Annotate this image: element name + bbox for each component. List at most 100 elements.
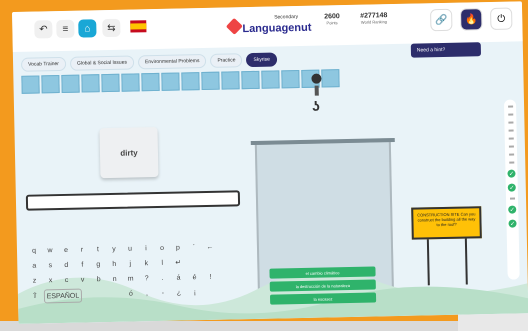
- progress-dash: [507, 113, 513, 116]
- progress-dash: [507, 105, 513, 108]
- key[interactable]: r: [75, 243, 89, 255]
- tab-skyrise[interactable]: Skyrise: [246, 52, 278, 68]
- letter-tile: [181, 72, 200, 91]
- tab-practice[interactable]: Practice: [210, 53, 243, 68]
- key[interactable]: ?: [139, 272, 153, 284]
- keyboard-extra-keys: ó, - ¿ ¡: [124, 286, 202, 302]
- key[interactable]: u: [123, 242, 137, 254]
- key[interactable]: q: [27, 244, 41, 256]
- key[interactable]: z: [28, 274, 42, 286]
- language-switch-icon[interactable]: ⇆: [102, 18, 121, 38]
- key[interactable]: h: [107, 258, 121, 270]
- letter-tile: [261, 70, 280, 89]
- letter-tile: [141, 72, 160, 92]
- keyboard: q w e r t y u i o p ´ ← a s d f g h j k l ↵ z x c v b n m?. á é! ⇧ E…: [27, 240, 248, 307]
- key[interactable]: j: [123, 257, 137, 269]
- space-key[interactable]: ESPAÑOL: [43, 288, 83, 304]
- key[interactable]: ó: [124, 287, 138, 299]
- key[interactable]: o: [155, 242, 169, 254]
- link-icon[interactable]: 🔗: [430, 8, 453, 32]
- progress-dash: [508, 129, 514, 132]
- letter-tile: [81, 74, 100, 93]
- sign-text: CONSTRUCTION SITE Can you construct the …: [417, 211, 476, 228]
- menu-icon[interactable]: ≡: [56, 19, 75, 39]
- letter-tile: [21, 75, 40, 94]
- spanish-flag-icon[interactable]: [130, 20, 147, 33]
- progress-dash: [508, 145, 514, 148]
- key[interactable]: .: [155, 272, 169, 284]
- letter-tile: [221, 71, 240, 90]
- letter-tile: [201, 71, 220, 91]
- key[interactable]: d: [59, 259, 73, 271]
- tab-vocab-trainer[interactable]: Vocab Trainer: [20, 56, 67, 72]
- letter-tile: [41, 75, 60, 94]
- key[interactable]: b: [91, 273, 105, 285]
- progress-rail: ✓ ✓ ✓ ✓: [503, 99, 520, 280]
- answer-input[interactable]: [25, 190, 241, 211]
- points-stat: 2600 Points: [324, 13, 340, 25]
- logo-name: Languagenut: [242, 21, 312, 36]
- rank-label: World Ranking: [360, 19, 388, 25]
- key[interactable]: á: [171, 271, 185, 283]
- key[interactable]: e: [59, 244, 73, 256]
- power-icon[interactable]: ⏻: [490, 7, 513, 30]
- progress-dash: [509, 197, 515, 200]
- key[interactable]: ¡: [188, 286, 202, 298]
- progress-dash: [508, 137, 514, 140]
- key[interactable]: p: [171, 241, 185, 253]
- key[interactable]: y: [107, 243, 121, 255]
- key[interactable]: k: [139, 257, 153, 269]
- letter-tile: [281, 69, 300, 89]
- caps-key[interactable]: ⇧: [28, 289, 42, 301]
- check-icon: ✓: [507, 183, 516, 192]
- letter-tile: [241, 70, 260, 90]
- key[interactable]: w: [43, 244, 57, 256]
- fire-icon[interactable]: 🔥: [460, 8, 483, 31]
- key[interactable]: t: [91, 243, 105, 255]
- key[interactable]: m: [123, 272, 137, 284]
- need-hint-label: Need a hint?: [416, 46, 446, 54]
- key[interactable]: s: [43, 259, 57, 271]
- keyboard-row-3: z x c v b n m?. á é!: [28, 270, 248, 287]
- logo-sub: Secondary: [274, 14, 299, 21]
- letter-tile: [321, 69, 340, 88]
- letter-tile: [161, 72, 180, 91]
- key[interactable]: v: [75, 273, 89, 285]
- floor-bar: la destrucción de la naturaleza: [269, 279, 376, 292]
- key[interactable]: ,: [140, 287, 154, 299]
- key[interactable]: -: [156, 287, 170, 299]
- app-screen: ↶ ≡ ⌂ ⇆ Secondary Languagenut 2600 Point…: [12, 1, 528, 324]
- key[interactable]: a: [27, 259, 41, 271]
- home-icon[interactable]: ⌂: [78, 19, 97, 38]
- key[interactable]: x: [44, 274, 58, 286]
- letter-tile: [121, 73, 140, 92]
- floor-stack: el cambio climático la destrucción de la…: [269, 266, 377, 307]
- logo-mark-icon: [225, 17, 243, 35]
- key[interactable]: f: [75, 258, 89, 270]
- key[interactable]: ¿: [172, 286, 186, 298]
- key[interactable]: c: [59, 274, 73, 286]
- points-label: Points: [326, 20, 338, 26]
- key[interactable]: l: [155, 257, 169, 269]
- keyboard-row-2: a s d f g h j k l ↵: [27, 255, 247, 272]
- key[interactable]: ↵: [171, 256, 185, 268]
- key[interactable]: ´: [187, 241, 201, 253]
- tab-global-social[interactable]: Global & Social Issues: [69, 55, 135, 71]
- need-hint-button[interactable]: Need a hint?: [410, 42, 482, 58]
- tab-environmental[interactable]: Environmental Problems: [137, 53, 207, 70]
- top-right-icons: 🔗 🔥 ⏻: [430, 7, 513, 32]
- letter-tile: [101, 73, 120, 93]
- key[interactable]: g: [91, 258, 105, 270]
- breadcrumb-tabs: Vocab Trainer Global & Social Issues Env…: [20, 52, 278, 72]
- key[interactable]: i: [139, 242, 153, 254]
- keyboard-row-4: ⇧ ESPAÑOL ó, - ¿ ¡: [28, 285, 248, 304]
- word-card-text: dirty: [120, 147, 138, 158]
- key[interactable]: é: [187, 271, 201, 283]
- logo: Secondary Languagenut: [225, 14, 318, 40]
- key[interactable]: ←: [203, 241, 217, 253]
- key[interactable]: n: [107, 273, 121, 285]
- progress-dash: [507, 121, 513, 124]
- building-roof-beam: [250, 138, 395, 146]
- back-icon[interactable]: ↶: [34, 20, 53, 39]
- key[interactable]: !: [203, 271, 217, 283]
